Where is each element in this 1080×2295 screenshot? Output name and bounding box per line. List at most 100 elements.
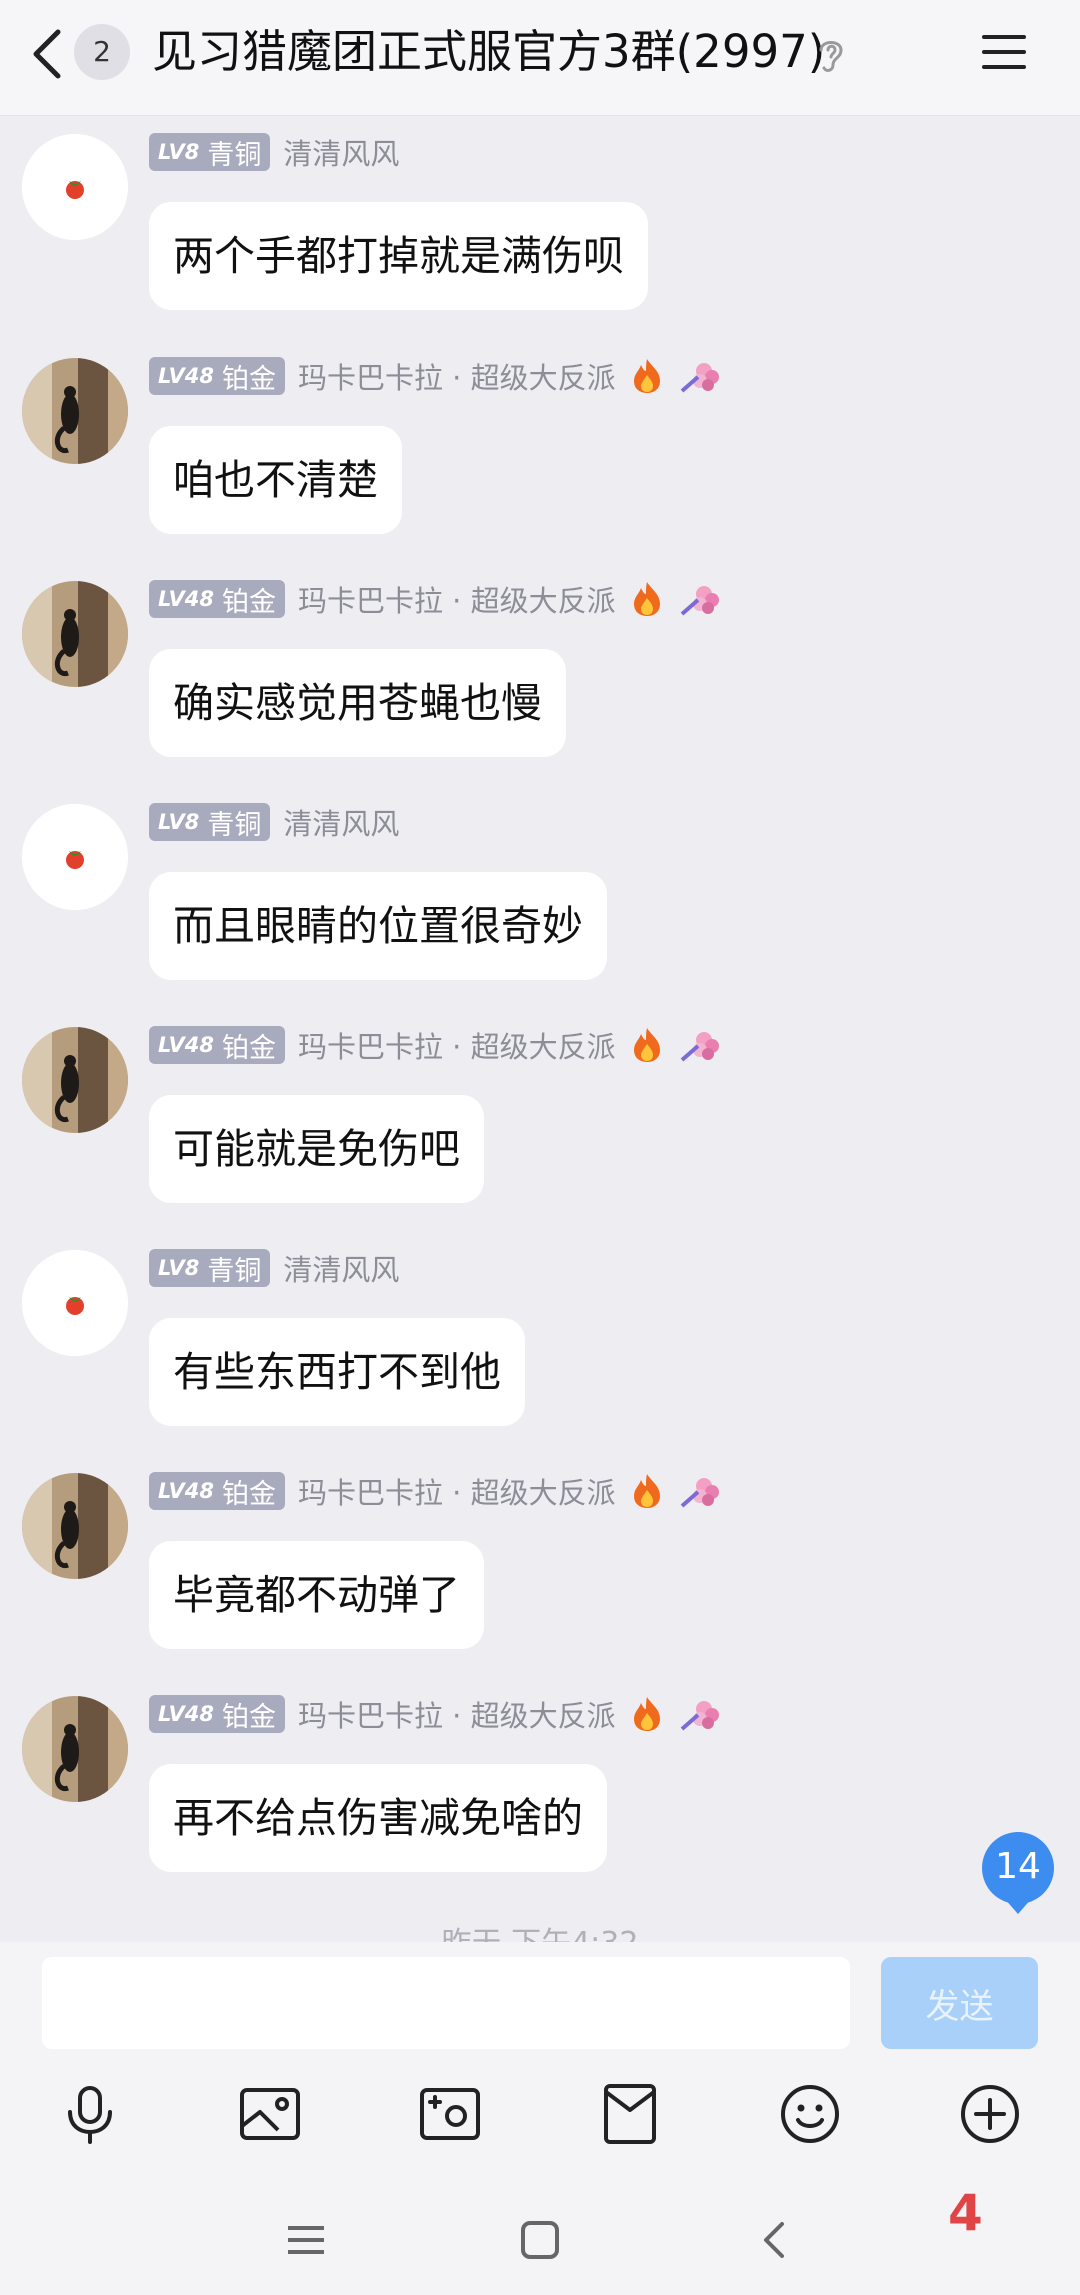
red-packet-tool[interactable] xyxy=(598,2082,662,2146)
level-badge: LV48 铂金 xyxy=(149,1695,285,1733)
sender-name[interactable]: 玛卡巴卡拉 · 超级大反派 xyxy=(298,1693,616,1735)
message-item: LV8 青铜 清清风风 两个手都打掉就是满伤呗 xyxy=(0,118,1080,318)
avatar[interactable] xyxy=(22,358,128,464)
tier-text: 铂金 xyxy=(221,1032,276,1064)
ear-icon xyxy=(819,41,843,72)
tomato-avatar-icon xyxy=(22,1250,128,1356)
level-text: LV48 xyxy=(158,1033,214,1057)
fire-icon xyxy=(633,1028,660,1062)
tier-text: 铂金 xyxy=(221,1478,276,1510)
emoji-tool[interactable] xyxy=(778,2082,842,2146)
level-text: LV8 xyxy=(158,1256,200,1280)
system-navigation-bar: 4 xyxy=(0,2184,1080,2295)
image-tool[interactable] xyxy=(238,2082,302,2146)
tier-text: 青铜 xyxy=(207,1255,262,1287)
sender-name[interactable]: 玛卡巴卡拉 · 超级大反派 xyxy=(298,1024,616,1066)
message-bubble[interactable]: 确实感觉用苍蝇也慢 xyxy=(149,649,566,757)
more-tool[interactable] xyxy=(958,2082,1022,2146)
avatar[interactable] xyxy=(22,581,128,687)
red-count-label: 4 xyxy=(948,2184,983,2242)
level-text: LV8 xyxy=(158,810,200,834)
message-bubble[interactable]: 毕竟都不动弹了 xyxy=(149,1541,484,1649)
new-message-badge[interactable]: 14 xyxy=(982,1832,1054,1914)
avatar[interactable] xyxy=(22,1473,128,1579)
tier-text: 铂金 xyxy=(221,1701,276,1733)
nav-back-icon xyxy=(764,2222,784,2258)
avatar[interactable] xyxy=(22,134,128,240)
flower-icon xyxy=(680,586,719,616)
nav-menu-icon xyxy=(288,2226,324,2254)
avatar[interactable] xyxy=(22,1696,128,1802)
message-item: LV48 铂金 玛卡巴卡拉 · 超级大反派 再不给点伤害减免啥的 xyxy=(0,1680,1080,1880)
nav-menu-button[interactable] xyxy=(284,2218,328,2262)
unread-count-pill[interactable]: 2 xyxy=(74,24,130,80)
fire-icon xyxy=(633,359,660,393)
message-bubble[interactable]: 而且眼睛的位置很奇妙 xyxy=(149,872,607,980)
message-bubble[interactable]: 咱也不清楚 xyxy=(149,426,402,534)
message-meta: LV48 铂金 玛卡巴卡拉 · 超级大反派 xyxy=(149,356,722,396)
message-bubble[interactable]: 两个手都打掉就是满伤呗 xyxy=(149,202,648,310)
message-item: LV48 铂金 玛卡巴卡拉 · 超级大反派 咱也不清楚 xyxy=(0,342,1080,542)
flower-icon xyxy=(680,1701,719,1731)
avatar[interactable] xyxy=(22,1027,128,1133)
level-badge: LV8 青铜 xyxy=(149,1249,271,1287)
nav-back-button[interactable] xyxy=(752,2218,796,2262)
message-input[interactable] xyxy=(42,1957,850,2049)
message-bubble[interactable]: 有些东西打不到他 xyxy=(149,1318,525,1426)
squirrel-avatar-icon xyxy=(22,358,128,464)
flower-icon xyxy=(680,363,719,393)
image-icon xyxy=(240,2088,300,2140)
camera-icon xyxy=(420,2088,480,2140)
squirrel-avatar-icon xyxy=(22,1473,128,1579)
sender-name[interactable]: 玛卡巴卡拉 · 超级大反派 xyxy=(298,1470,616,1512)
fire-icon xyxy=(633,582,660,616)
message-meta: LV48 铂金 玛卡巴卡拉 · 超级大反派 xyxy=(149,579,722,619)
sender-name[interactable]: 玛卡巴卡拉 · 超级大反派 xyxy=(298,578,616,620)
tier-text: 铂金 xyxy=(221,363,276,395)
level-text: LV48 xyxy=(158,1479,214,1503)
message-bubble[interactable]: 再不给点伤害减免啥的 xyxy=(149,1764,607,1872)
sender-name[interactable]: 清清风风 xyxy=(283,801,399,843)
message-bubble[interactable]: 可能就是免伤吧 xyxy=(149,1095,484,1203)
level-badge: LV48 铂金 xyxy=(149,580,285,618)
message-meta: LV48 铂金 玛卡巴卡拉 · 超级大反派 xyxy=(149,1025,722,1065)
tier-text: 青铜 xyxy=(207,139,262,171)
tier-text: 铂金 xyxy=(221,586,276,618)
chat-header: 2 见习猎魔团正式服官方3群(2997) xyxy=(0,0,1080,116)
plus-icon xyxy=(961,2085,1019,2143)
message-meta: LV8 青铜 清清风风 xyxy=(149,132,399,172)
avatar[interactable] xyxy=(22,1250,128,1356)
avatar[interactable] xyxy=(22,804,128,910)
tomato-avatar-icon xyxy=(22,804,128,910)
level-badge: LV8 青铜 xyxy=(149,133,271,171)
back-icon[interactable] xyxy=(28,26,68,82)
flower-icon xyxy=(680,1478,719,1508)
message-item: LV8 青铜 清清风风 有些东西打不到他 xyxy=(0,1234,1080,1434)
message-list[interactable]: LV8 青铜 清清风风 两个手都打掉就是满伤呗 LV48 铂金 玛卡巴卡拉 · … xyxy=(0,118,1080,1942)
message-item: LV8 青铜 清清风风 而且眼睛的位置很奇妙 xyxy=(0,788,1080,988)
squirrel-avatar-icon xyxy=(22,1027,128,1133)
level-text: LV48 xyxy=(158,587,214,611)
red-packet-icon xyxy=(604,2084,656,2144)
message-meta: LV48 铂金 玛卡巴卡拉 · 超级大反派 xyxy=(149,1471,722,1511)
nav-home-icon xyxy=(521,2221,559,2259)
sender-name[interactable]: 玛卡巴卡拉 · 超级大反派 xyxy=(298,355,616,397)
level-badge: LV48 铂金 xyxy=(149,1472,285,1510)
menu-icon[interactable] xyxy=(980,32,1028,72)
send-button[interactable]: 发送 xyxy=(881,1957,1038,2049)
flower-icon xyxy=(680,1032,719,1062)
sender-name[interactable]: 清清风风 xyxy=(283,1247,399,1289)
level-text: LV48 xyxy=(158,1702,214,1726)
camera-tool[interactable] xyxy=(418,2082,482,2146)
level-badge: LV48 铂金 xyxy=(149,1026,285,1064)
level-badge: LV48 铂金 xyxy=(149,357,285,395)
page-title[interactable]: 见习猎魔团正式服官方3群(2997) xyxy=(152,22,825,82)
tomato-avatar-icon xyxy=(22,134,128,240)
voice-tool[interactable] xyxy=(58,2082,122,2146)
timestamp-divider: 昨天 下午4:32 xyxy=(0,1918,1080,1942)
message-meta: LV8 青铜 清清风风 xyxy=(149,1248,399,1288)
nav-home-button[interactable] xyxy=(518,2218,562,2262)
sender-name[interactable]: 清清风风 xyxy=(283,131,399,173)
microphone-icon xyxy=(68,2086,112,2144)
message-item: LV48 铂金 玛卡巴卡拉 · 超级大反派 毕竟都不动弹了 xyxy=(0,1457,1080,1657)
